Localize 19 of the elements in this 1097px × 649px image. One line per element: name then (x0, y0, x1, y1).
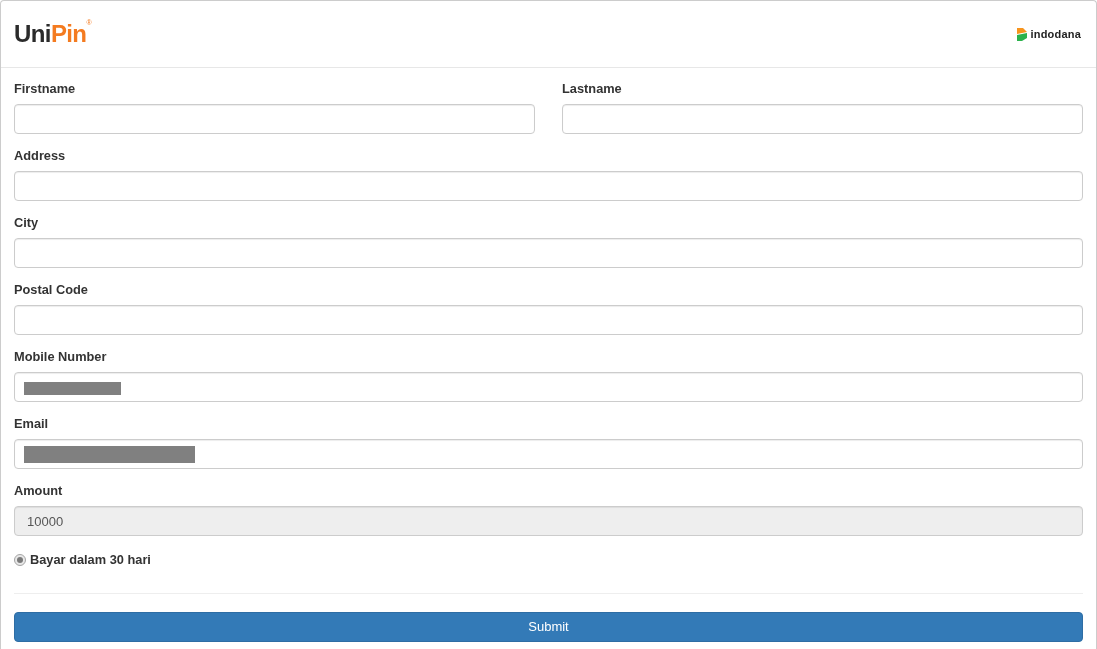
field-label: Mobile Number (14, 348, 108, 366)
option-label: Bayar dalam 30 hari (30, 551, 151, 569)
logo-mark-icon (1016, 27, 1027, 41)
input-field[interactable] (14, 238, 1083, 268)
field-label: Firstname (14, 80, 77, 98)
partner-logo-text: indodana (1030, 27, 1081, 41)
input-field[interactable] (14, 171, 1083, 201)
submit-button[interactable]: Submit (14, 612, 1083, 642)
input-field[interactable] (14, 104, 535, 134)
field-label: Address (14, 147, 67, 165)
input-field[interactable] (14, 439, 1083, 469)
input-field[interactable] (562, 104, 1083, 134)
field-label: City (14, 214, 40, 232)
field-label: Amount (14, 482, 64, 500)
field-label: Lastname (562, 80, 623, 98)
field-label: Email (14, 415, 50, 433)
input-field[interactable] (14, 372, 1083, 402)
field-label: Postal Code (14, 281, 89, 299)
input-field[interactable] (14, 305, 1083, 335)
